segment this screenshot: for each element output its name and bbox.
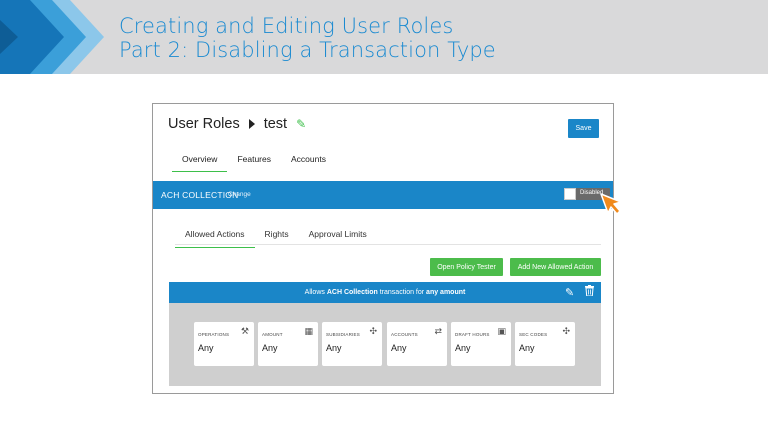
edit-icon[interactable]: ✎ <box>565 286 574 299</box>
criteria-card-operations[interactable]: ⚒ OPERATIONS Any <box>194 322 254 366</box>
summary-middle: transaction for <box>377 289 427 296</box>
transaction-type-bar: ACH COLLECTION Change Disabled <box>153 181 613 209</box>
card-value: Any <box>198 343 214 353</box>
criteria-card-subsidiaries[interactable]: ✣ SUBSIDIARIES Any <box>322 322 382 366</box>
toggle-checkbox[interactable] <box>564 188 576 200</box>
wrench-icon: ⚒ <box>240 326 249 336</box>
save-button[interactable]: Save <box>568 119 599 138</box>
puzzle-icon: ✣ <box>562 326 570 336</box>
calendar-icon: ▣ <box>497 326 506 336</box>
allowed-action-summary: Allows ACH Collection transaction for an… <box>169 289 601 296</box>
card-label: AMOUNT <box>262 332 283 337</box>
tab-overview[interactable]: Overview <box>172 152 228 172</box>
breadcrumb-root[interactable]: User Roles <box>168 116 240 132</box>
card-value: Any <box>455 343 471 353</box>
change-link[interactable]: Change <box>228 191 251 198</box>
transaction-type-name: ACH COLLECTION <box>161 190 239 200</box>
tab-accounts[interactable]: Accounts <box>281 152 336 172</box>
allowed-action-header: Allows ACH Collection transaction for an… <box>169 282 601 303</box>
card-label: OPERATIONS <box>198 332 230 337</box>
slide-title-line1: Creating and Editing User Roles <box>119 14 454 38</box>
card-label: SUBSIDIARIES <box>326 332 360 337</box>
card-label: SEC CODES <box>519 332 548 337</box>
card-value: Any <box>391 343 407 353</box>
slide-title-line2: Part 2: Disabling a Transaction Type <box>119 38 496 62</box>
summary-amount: any amount <box>426 289 466 296</box>
chevron-logo-icon <box>0 0 104 74</box>
criteria-card-amount[interactable]: ▦ AMOUNT Any <box>258 322 318 366</box>
caret-right-icon <box>248 119 255 129</box>
main-tabs: Overview Features Accounts <box>172 152 336 172</box>
cursor-arrow-icon <box>600 193 622 215</box>
breadcrumb: User Roles test ✎ <box>168 116 306 132</box>
add-allowed-action-button[interactable]: Add New Allowed Action <box>510 258 601 276</box>
puzzle-icon: ✣ <box>369 326 377 336</box>
subtabs-divider <box>175 244 601 245</box>
pencil-icon[interactable]: ✎ <box>296 117 306 131</box>
allowed-action-panel: ⚒ OPERATIONS Any ▦ AMOUNT Any ✣ SUBSIDIA… <box>169 303 601 386</box>
criteria-card-sec-codes[interactable]: ✣ SEC CODES Any <box>515 322 575 366</box>
card-value: Any <box>326 343 342 353</box>
trash-icon[interactable] <box>585 285 594 296</box>
summary-transaction: ACH Collection <box>326 289 378 296</box>
slide-title: Creating and Editing User Roles Part 2: … <box>119 14 496 62</box>
card-label: ACCOUNTS <box>391 332 418 337</box>
criteria-card-draft-hours[interactable]: ▣ DRAFT HOURS Any <box>451 322 511 366</box>
tab-features[interactable]: Features <box>227 152 281 172</box>
card-value: Any <box>262 343 278 353</box>
criteria-card-accounts[interactable]: ⇄ ACCOUNTS Any <box>387 322 447 366</box>
summary-prefix: Allows <box>304 289 327 296</box>
breadcrumb-current: test <box>263 116 288 132</box>
open-policy-tester-button[interactable]: Open Policy Tester <box>430 258 503 276</box>
app-window: User Roles test ✎ Save Overview Features… <box>152 103 622 394</box>
slide-banner: Creating and Editing User Roles Part 2: … <box>0 0 768 74</box>
transfer-icon: ⇄ <box>434 326 442 336</box>
card-label: DRAFT HOURS <box>455 332 490 337</box>
card-value: Any <box>519 343 535 353</box>
building-icon: ▦ <box>304 326 313 336</box>
